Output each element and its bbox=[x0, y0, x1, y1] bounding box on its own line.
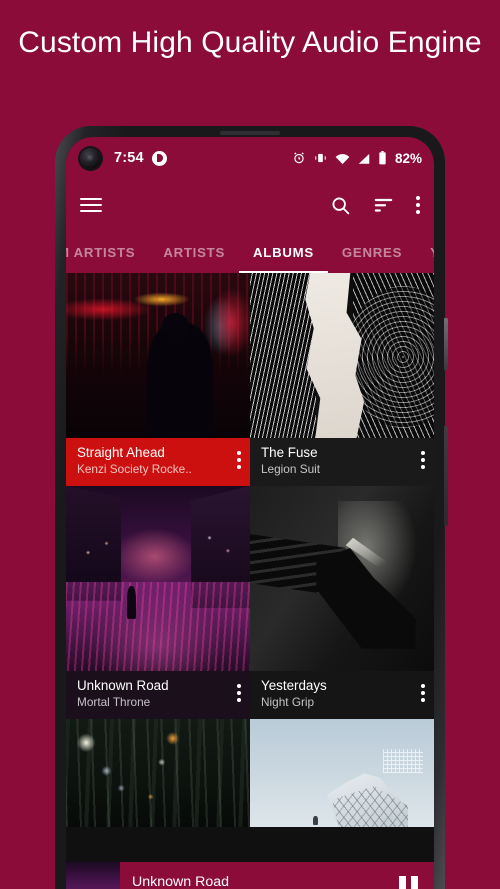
album-row: Straight Ahead Kenzi Society Rocke.. The… bbox=[66, 273, 434, 486]
earpiece-speaker bbox=[220, 131, 280, 135]
battery-icon bbox=[379, 151, 386, 165]
album-card-straight-ahead[interactable]: Straight Ahead Kenzi Society Rocke.. bbox=[66, 273, 250, 486]
app-toolbar bbox=[66, 179, 434, 231]
album-artwork bbox=[250, 719, 434, 827]
status-icons: 82% bbox=[292, 151, 422, 166]
overflow-menu-icon[interactable] bbox=[416, 195, 420, 215]
album-overflow-menu-icon[interactable] bbox=[421, 684, 425, 703]
album-overflow-menu-icon[interactable] bbox=[237, 451, 241, 470]
status-bar: 7:54 82% bbox=[66, 137, 434, 179]
album-title: The Fuse bbox=[261, 445, 318, 460]
vibrate-icon bbox=[315, 153, 326, 163]
album-title: Unknown Road bbox=[77, 678, 169, 693]
search-icon[interactable] bbox=[330, 195, 351, 216]
album-artwork bbox=[66, 273, 250, 438]
album-artist: Kenzi Society Rocke.. bbox=[77, 462, 192, 476]
album-overflow-menu-icon[interactable] bbox=[237, 684, 241, 703]
volume-button[interactable] bbox=[444, 426, 448, 526]
album-artwork bbox=[250, 273, 434, 438]
album-card-unknown-road[interactable]: Unknown Road Mortal Throne bbox=[66, 486, 250, 719]
album-overflow-menu-icon[interactable] bbox=[421, 451, 425, 470]
album-artwork bbox=[66, 719, 250, 827]
album-card-yesterdays[interactable]: Yesterdays Night Grip bbox=[250, 486, 434, 719]
hamburger-menu-icon[interactable] bbox=[80, 194, 102, 216]
power-button[interactable] bbox=[444, 318, 448, 370]
album-card-the-fuse[interactable]: The Fuse Legion Suit bbox=[250, 273, 434, 486]
toolbar-actions bbox=[330, 195, 420, 216]
album-artwork bbox=[66, 486, 250, 671]
phone-screen: 7:54 82% ARTISTS ARTISTS ALBUMS GENRES S… bbox=[66, 137, 434, 889]
camera-punchhole-icon bbox=[80, 147, 101, 169]
page-title: Custom High Quality Audio Engine bbox=[18, 26, 482, 59]
status-time: 7:54 bbox=[114, 150, 144, 166]
battery-percent: 82% bbox=[394, 150, 422, 166]
album-row bbox=[66, 719, 434, 827]
now-playing-bar[interactable]: Unknown Road Mortal Throne bbox=[66, 862, 434, 889]
album-card-partial-right[interactable] bbox=[250, 719, 434, 827]
album-artwork bbox=[250, 486, 434, 671]
album-artist: Legion Suit bbox=[261, 462, 321, 476]
sort-icon[interactable] bbox=[373, 196, 394, 214]
now-playing-artwork bbox=[66, 862, 120, 889]
album-caption: Yesterdays Night Grip bbox=[250, 671, 434, 719]
tab-genres[interactable]: GENRES bbox=[328, 245, 416, 260]
tab-bar: M ARTISTS ARTISTS ALBUMS GENRES YEARS bbox=[66, 231, 434, 273]
album-grid: Straight Ahead Kenzi Society Rocke.. The… bbox=[66, 273, 434, 889]
signal-icon bbox=[358, 153, 370, 164]
album-artist: Mortal Throne bbox=[77, 695, 151, 709]
alarm-icon bbox=[294, 152, 304, 164]
do-not-disturb-icon bbox=[151, 150, 167, 166]
album-caption: The Fuse Legion Suit bbox=[250, 438, 434, 486]
album-row: Unknown Road Mortal Throne Yesterdays Ni… bbox=[66, 486, 434, 719]
tab-artists[interactable]: ARTISTS bbox=[149, 245, 239, 260]
phone-frame: 7:54 82% ARTISTS ARTISTS ALBUMS GENRES S… bbox=[55, 126, 448, 889]
tab-albums[interactable]: ALBUMS bbox=[239, 245, 328, 260]
now-playing-text: Unknown Road Mortal Throne bbox=[120, 873, 388, 889]
promo-screenshot: Custom High Quality Audio Engine 7:54 82… bbox=[0, 0, 500, 889]
album-caption: Straight Ahead Kenzi Society Rocke.. bbox=[66, 438, 250, 486]
now-playing-title: Unknown Road bbox=[132, 873, 230, 889]
album-title: Yesterdays bbox=[261, 678, 327, 693]
tab-years[interactable]: YEARS bbox=[416, 245, 434, 260]
pause-icon[interactable] bbox=[388, 876, 434, 889]
album-artist: Night Grip bbox=[261, 695, 315, 709]
album-title: Straight Ahead bbox=[77, 445, 165, 460]
wifi-icon bbox=[335, 153, 350, 164]
tab-album-artists[interactable]: M ARTISTS bbox=[66, 245, 149, 260]
album-card-partial-left[interactable] bbox=[66, 719, 250, 827]
album-caption: Unknown Road Mortal Throne bbox=[66, 671, 250, 719]
